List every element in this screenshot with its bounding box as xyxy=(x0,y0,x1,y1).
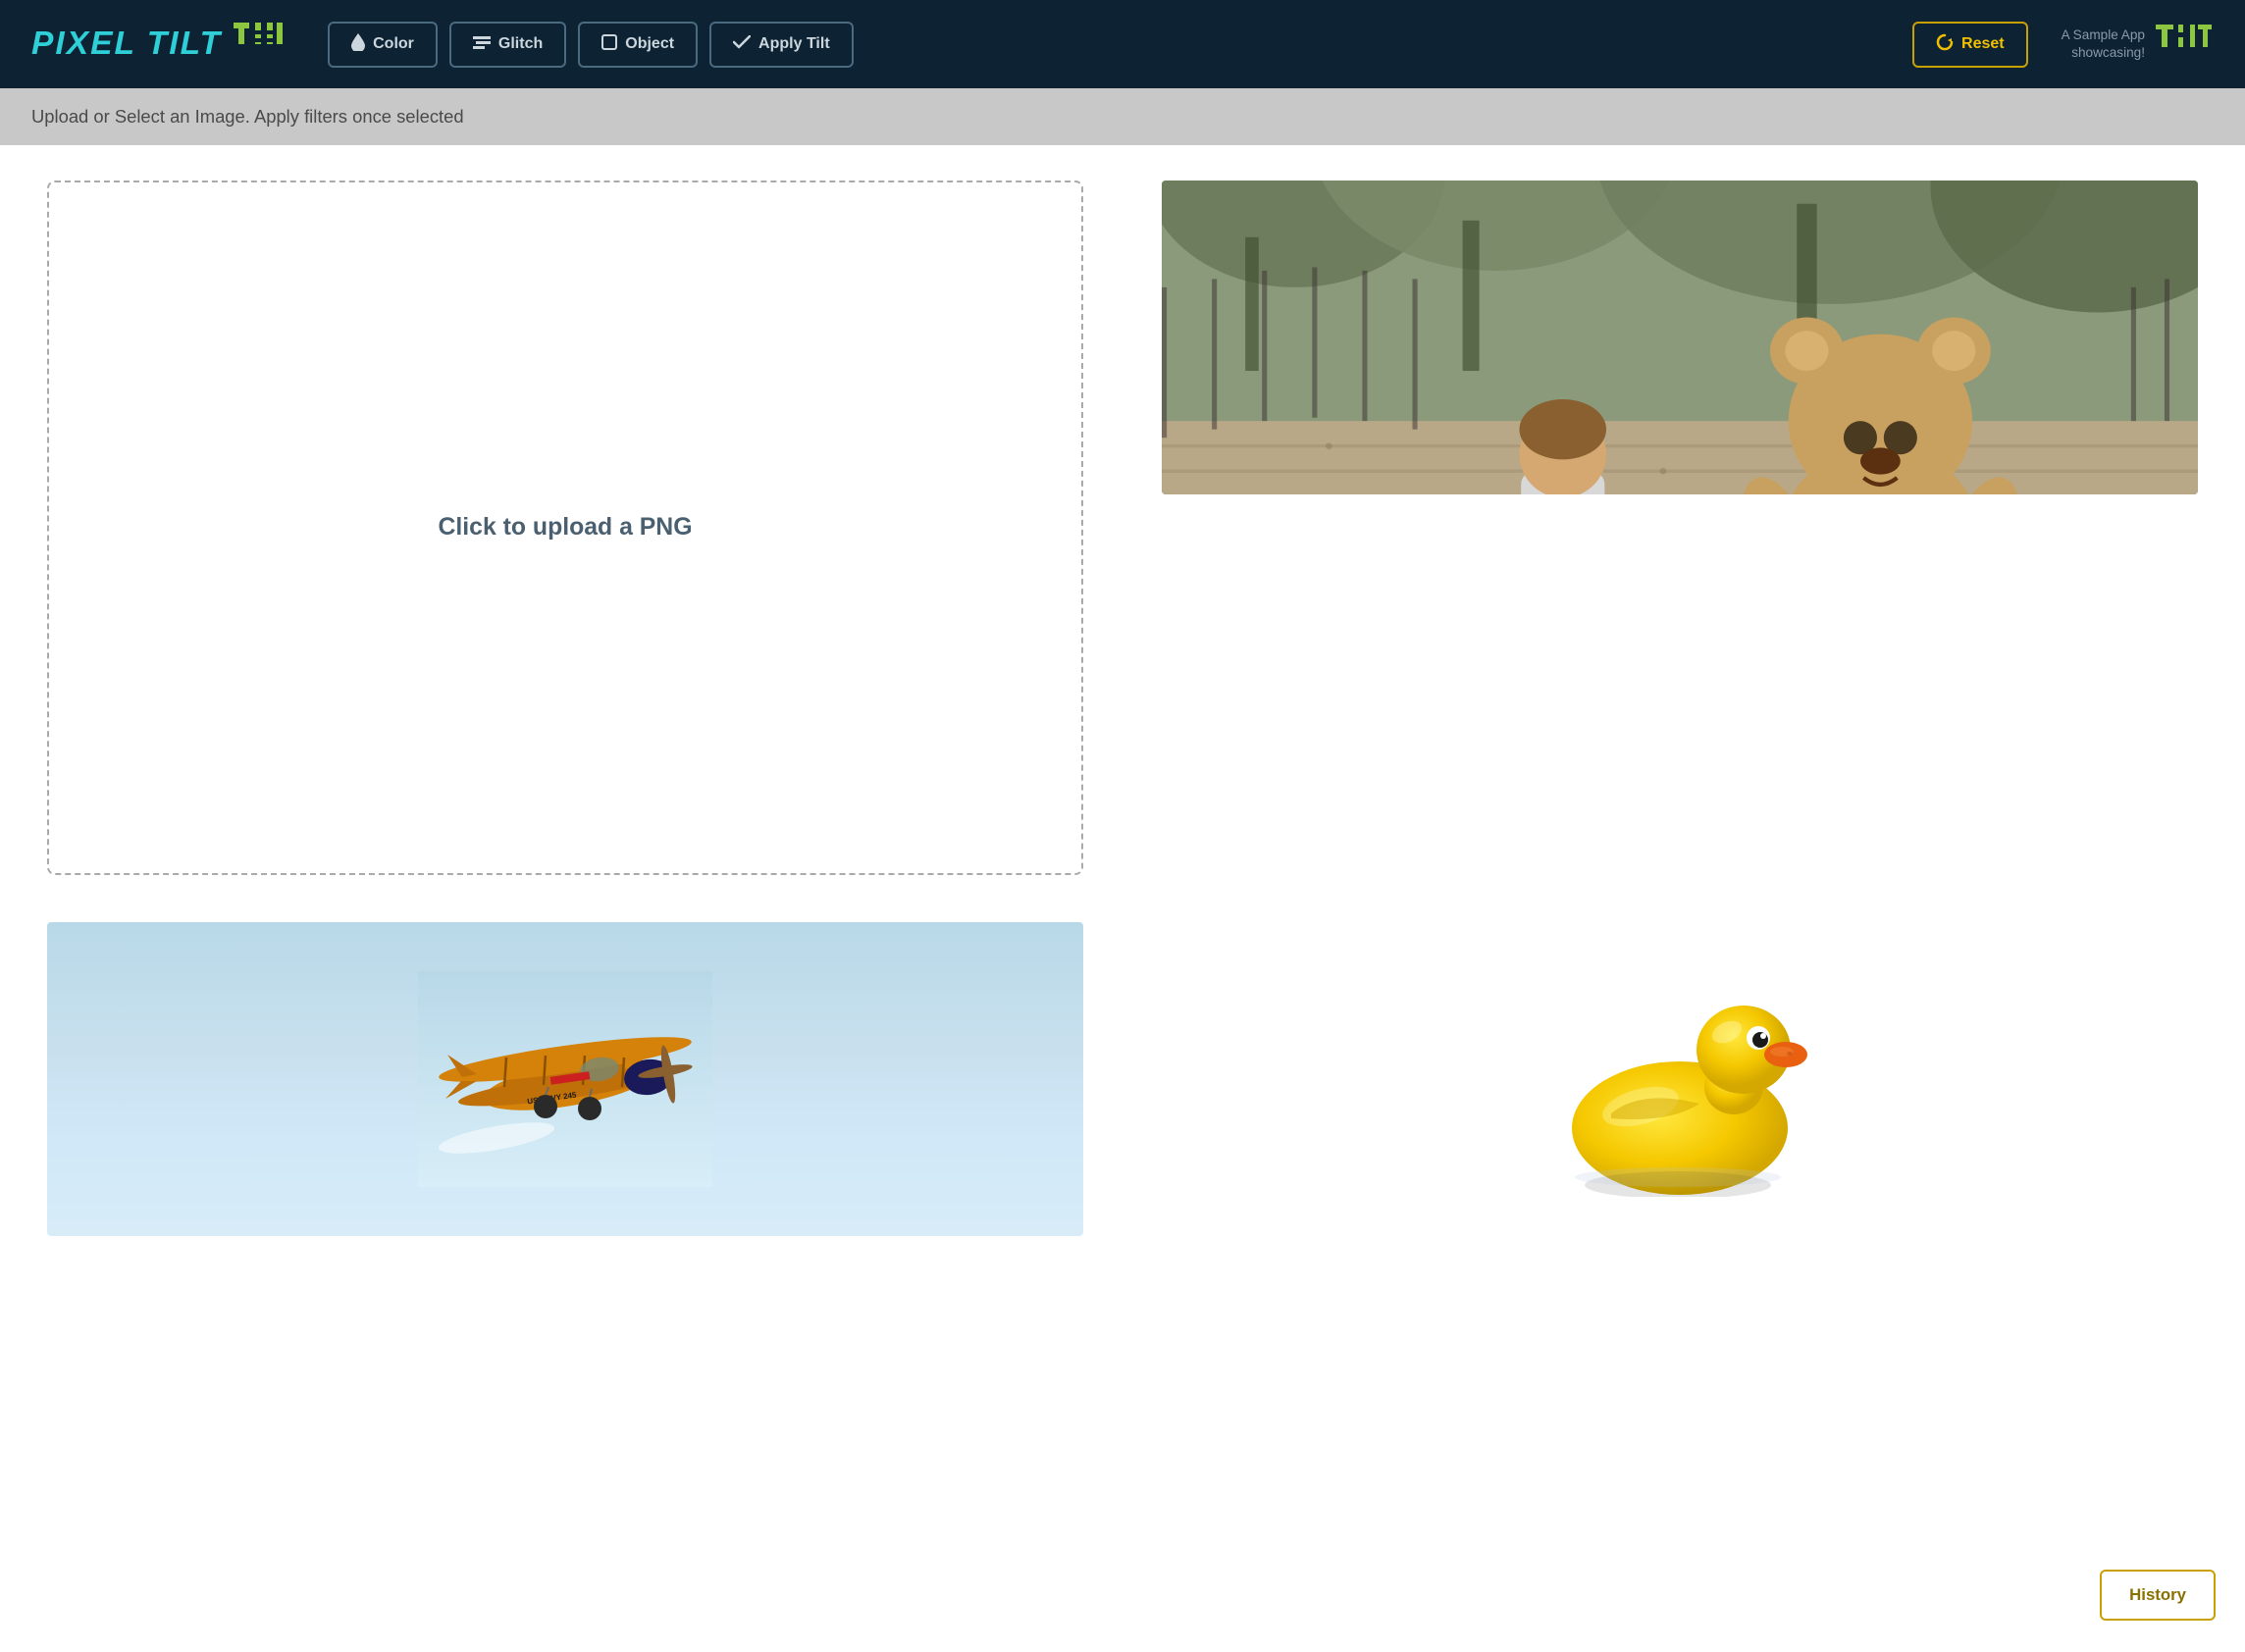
reset-button-label: Reset xyxy=(1961,35,2005,53)
glitch-button[interactable]: Glitch xyxy=(449,22,566,68)
banner-text: Upload or Select an Image. Apply filters… xyxy=(31,106,464,127)
nav-buttons: Color Glitch Object Apply Tilt xyxy=(328,22,1895,68)
drop-icon xyxy=(351,33,365,56)
color-button-label: Color xyxy=(373,35,414,53)
header-right: A Sample App showcasing! xyxy=(2062,21,2214,68)
color-button[interactable]: Color xyxy=(328,22,438,68)
reset-button[interactable]: Reset xyxy=(1912,22,2028,68)
history-button-label: History xyxy=(2129,1585,2186,1604)
plane-svg: US NAVY 245 xyxy=(418,971,712,1187)
object-button-label: Object xyxy=(625,35,674,53)
object-button[interactable]: Object xyxy=(578,22,698,68)
child-bear-svg xyxy=(1162,181,2198,494)
apply-tilt-button[interactable]: Apply Tilt xyxy=(709,22,854,68)
glitch-icon xyxy=(473,34,491,55)
logo-text: PiXEL TiLT xyxy=(31,26,222,63)
image-tile-plane[interactable]: US NAVY 245 xyxy=(47,922,1083,1236)
tilt-logo-svg xyxy=(232,21,287,68)
tc-logo-icon xyxy=(2155,21,2214,68)
info-banner: Upload or Select an Image. Apply filters… xyxy=(0,88,2245,145)
history-button[interactable]: History xyxy=(2100,1570,2216,1621)
main-content: Click to upload a PNG xyxy=(0,145,2245,1652)
sample-text: A Sample App showcasing! xyxy=(2062,26,2145,61)
upload-box[interactable]: Click to upload a PNG xyxy=(47,181,1083,875)
reset-icon xyxy=(1936,33,1954,56)
duck-svg xyxy=(1552,961,1807,1197)
check-icon xyxy=(733,35,751,54)
image-tile-duck[interactable] xyxy=(1162,922,2198,1236)
apply-tilt-button-label: Apply Tilt xyxy=(758,35,830,53)
glitch-button-label: Glitch xyxy=(498,35,543,53)
upload-box-label: Click to upload a PNG xyxy=(438,511,692,545)
image-tile-child-bear[interactable] xyxy=(1162,181,2198,494)
object-icon xyxy=(601,34,617,55)
app-header: PiXEL TiLT Color xyxy=(0,0,2245,88)
app-logo: PiXEL TiLT xyxy=(31,21,287,68)
logo-icon xyxy=(232,21,287,68)
